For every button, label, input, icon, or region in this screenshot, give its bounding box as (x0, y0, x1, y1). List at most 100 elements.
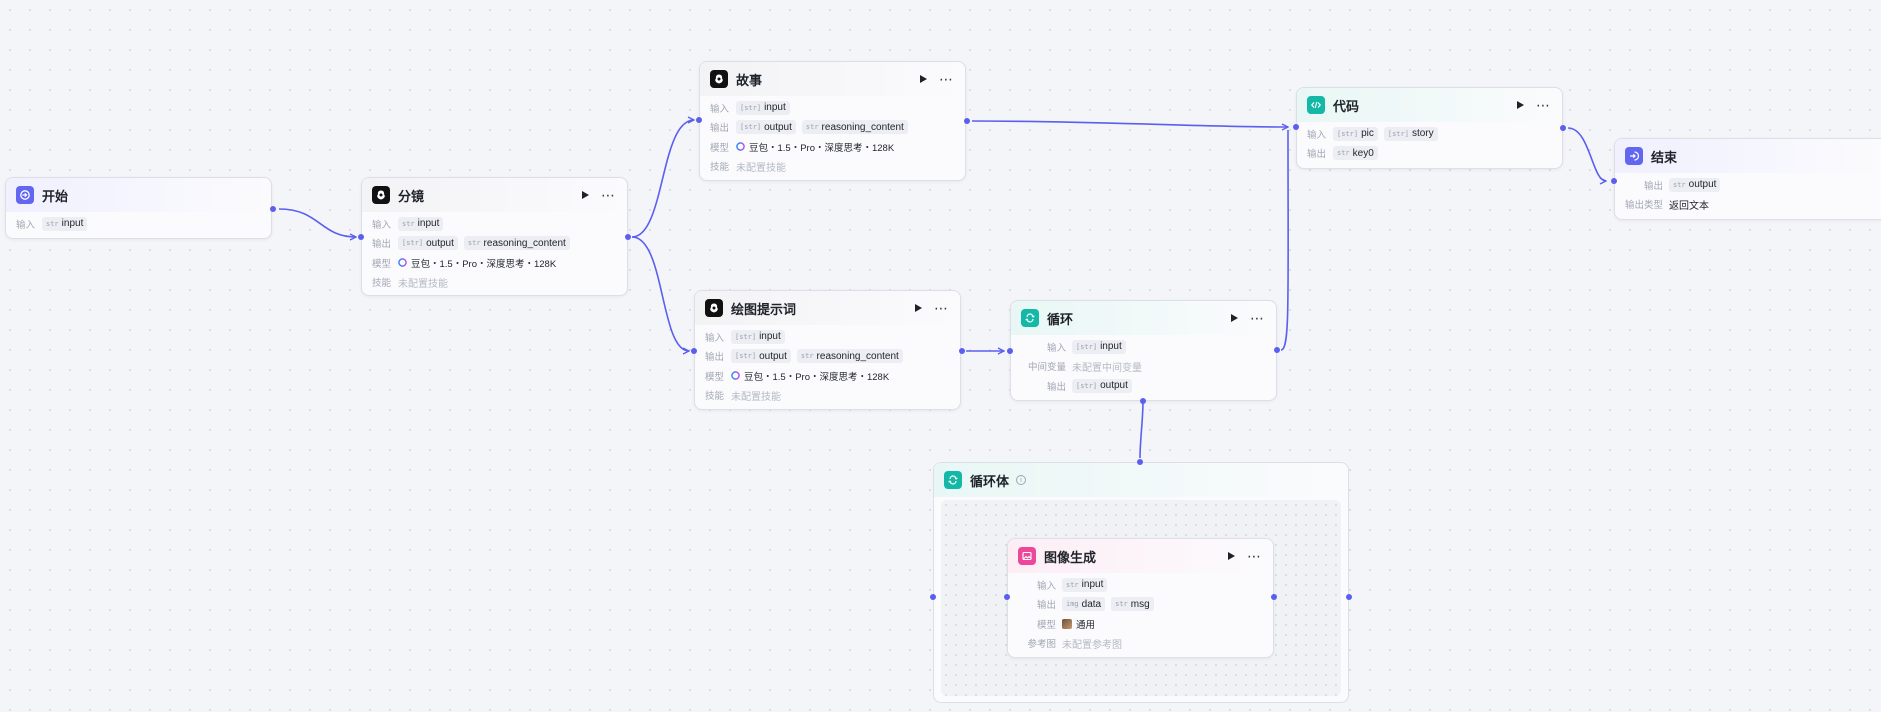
output-type-label: 输出类型 (1625, 200, 1664, 212)
model-value[interactable]: 通用 (1062, 617, 1095, 631)
skill-label: 技能 (705, 391, 725, 403)
output-variable-tag[interactable]: str reasoning_content (801, 120, 908, 135)
edge-storyboard-to-prompt (631, 236, 689, 351)
port-prompt-out[interactable] (959, 348, 965, 354)
node-title: 循环 (1047, 311, 1074, 327)
loop-body-header: 循环体 i (934, 463, 1348, 497)
port-loopbody-out[interactable] (1346, 594, 1352, 600)
input-variable-tag[interactable]: [str] input (736, 100, 790, 115)
run-button[interactable] (577, 187, 593, 203)
input-variable-tag[interactable]: str input (1062, 577, 1108, 592)
port-imagegen-in[interactable] (1004, 594, 1010, 600)
node-image-generation[interactable]: 图像生成 ⋯ 输入 str input 输出 img data str msg 模型 … (1007, 538, 1274, 658)
doubao-logo-icon (398, 258, 407, 268)
node-header: 循环 ⋯ (1011, 301, 1276, 335)
output-type-row: 输出类型 返回文本 (1625, 195, 1871, 215)
port-loopbody-in[interactable] (930, 594, 936, 600)
node-header: 绘图提示词 ⋯ (695, 291, 960, 325)
output-variable-tag[interactable]: str reasoning_content (796, 349, 903, 364)
input-row: 输入 [str] input (705, 327, 950, 347)
node-header: 故事 ⋯ (700, 62, 965, 96)
more-options-button[interactable]: ⋯ (932, 300, 950, 316)
model-row: 模型 豆包・1.5・Pro・深度思考・128K (372, 253, 617, 273)
port-story-in[interactable] (696, 117, 702, 123)
input-variable-tag[interactable]: [str] story (1383, 126, 1438, 141)
port-loop-bottom[interactable] (1140, 398, 1146, 404)
model-value[interactable]: 豆包・1.5・Pro・深度思考・128K (731, 369, 889, 383)
more-options-button[interactable]: ⋯ (937, 71, 955, 87)
port-storyboard-in[interactable] (358, 234, 364, 240)
edge-start-to-storyboard (278, 208, 356, 237)
skill-row: 技能 未配置技能 (705, 386, 950, 406)
output-variable-tag[interactable]: str reasoning_content (463, 236, 570, 251)
output-variable-tag[interactable]: [str] output (736, 120, 796, 135)
node-drawing-prompt[interactable]: 绘图提示词 ⋯ 输入 [str] input 输出 [str] output str… (694, 290, 961, 410)
node-story[interactable]: 故事 ⋯ 输入 [str] input 输出 [str] output str rea… (699, 61, 966, 181)
output-row: 输出 [str] output str reasoning_content (710, 118, 955, 138)
input-variable-tag[interactable]: str input (398, 216, 444, 231)
output-variable-tag[interactable]: [str] output (731, 349, 791, 364)
model-value[interactable]: 豆包・1.5・Pro・深度思考・128K (736, 140, 894, 154)
port-story-out[interactable] (964, 118, 970, 124)
model-row: 模型 豆包・1.5・Pro・深度思考・128K (705, 366, 950, 386)
run-button[interactable] (1223, 548, 1239, 564)
node-loop[interactable]: 循环 ⋯ 输入 [str] input 中间变量 未配置中间变量 输出 [str]… (1010, 300, 1277, 401)
node-start[interactable]: 开始 输入 str input (5, 177, 272, 239)
input-variable-tag[interactable]: [str] pic (1333, 126, 1378, 141)
more-options-button[interactable]: ⋯ (599, 187, 617, 203)
skill-row: 技能 未配置技能 (710, 157, 955, 177)
node-title: 分镜 (398, 188, 425, 204)
output-variable-tag[interactable]: [str] output (1072, 378, 1132, 393)
port-prompt-in[interactable] (691, 348, 697, 354)
output-variable-tag[interactable]: img data (1062, 597, 1106, 612)
port-code-out[interactable] (1560, 125, 1566, 131)
edge-story-to-code (971, 120, 1288, 127)
edge-loop-to-code (1280, 129, 1289, 351)
port-storyboard-out[interactable] (625, 234, 631, 240)
input-row: 输入 str input (16, 214, 261, 234)
node-code[interactable]: 代码 ⋯ 输入 [str] pic [str] story 输出 str key0 (1296, 87, 1563, 169)
doubao-logo-icon (736, 142, 745, 152)
model-value[interactable]: 豆包・1.5・Pro・深度思考・128K (398, 256, 556, 270)
skill-row: 技能 未配置技能 (372, 273, 617, 293)
output-variable-tag[interactable]: str key0 (1333, 146, 1378, 161)
port-start-out[interactable] (270, 206, 276, 212)
run-button[interactable] (1512, 97, 1528, 113)
node-storyboard[interactable]: 分镜 ⋯ 输入 str input 输出 [str] output str reaso… (361, 177, 628, 296)
output-variable-tag[interactable]: str output (1669, 177, 1721, 192)
input-variable-tag[interactable]: str input (42, 216, 88, 231)
input-variable-tag[interactable]: [str] input (1072, 339, 1126, 354)
node-header: 代码 ⋯ (1297, 88, 1562, 122)
run-button[interactable] (910, 300, 926, 316)
output-variable-tag[interactable]: [str] output (398, 236, 458, 251)
model-label: 模型 (372, 258, 392, 270)
input-label: 输入 (1036, 580, 1056, 592)
input-label: 输入 (1307, 129, 1327, 141)
more-options-button[interactable]: ⋯ (1245, 548, 1263, 564)
input-row: 输入 [str] input (710, 98, 955, 118)
info-icon[interactable]: i (1016, 475, 1027, 485)
port-loop-out[interactable] (1274, 347, 1280, 353)
run-button[interactable] (1226, 310, 1242, 326)
output-label: 输出 (372, 239, 392, 251)
node-header: 开始 (6, 178, 271, 212)
image-icon (1018, 547, 1036, 565)
skill-value: 未配置技能 (736, 162, 786, 174)
output-label: 输出 (1307, 149, 1327, 161)
more-options-button[interactable]: ⋯ (1248, 310, 1266, 326)
input-label: 输入 (1046, 342, 1066, 354)
output-row: 输出 img data str msg (1018, 595, 1263, 615)
port-imagegen-out[interactable] (1271, 594, 1277, 600)
node-end[interactable]: 结束 输出 str output 输出类型 返回文本 (1614, 138, 1881, 220)
output-label: 输出 (1046, 381, 1066, 393)
output-variable-tag[interactable]: str msg (1111, 597, 1154, 612)
output-row: 输出 str key0 (1307, 144, 1552, 164)
port-loopbody-top[interactable] (1137, 459, 1143, 465)
port-end-in[interactable] (1611, 178, 1617, 184)
node-title: 故事 (736, 72, 763, 88)
input-variable-tag[interactable]: [str] input (731, 329, 785, 344)
port-code-in[interactable] (1293, 124, 1299, 130)
port-loop-in[interactable] (1007, 348, 1013, 354)
run-button[interactable] (915, 71, 931, 87)
more-options-button[interactable]: ⋯ (1534, 97, 1552, 113)
